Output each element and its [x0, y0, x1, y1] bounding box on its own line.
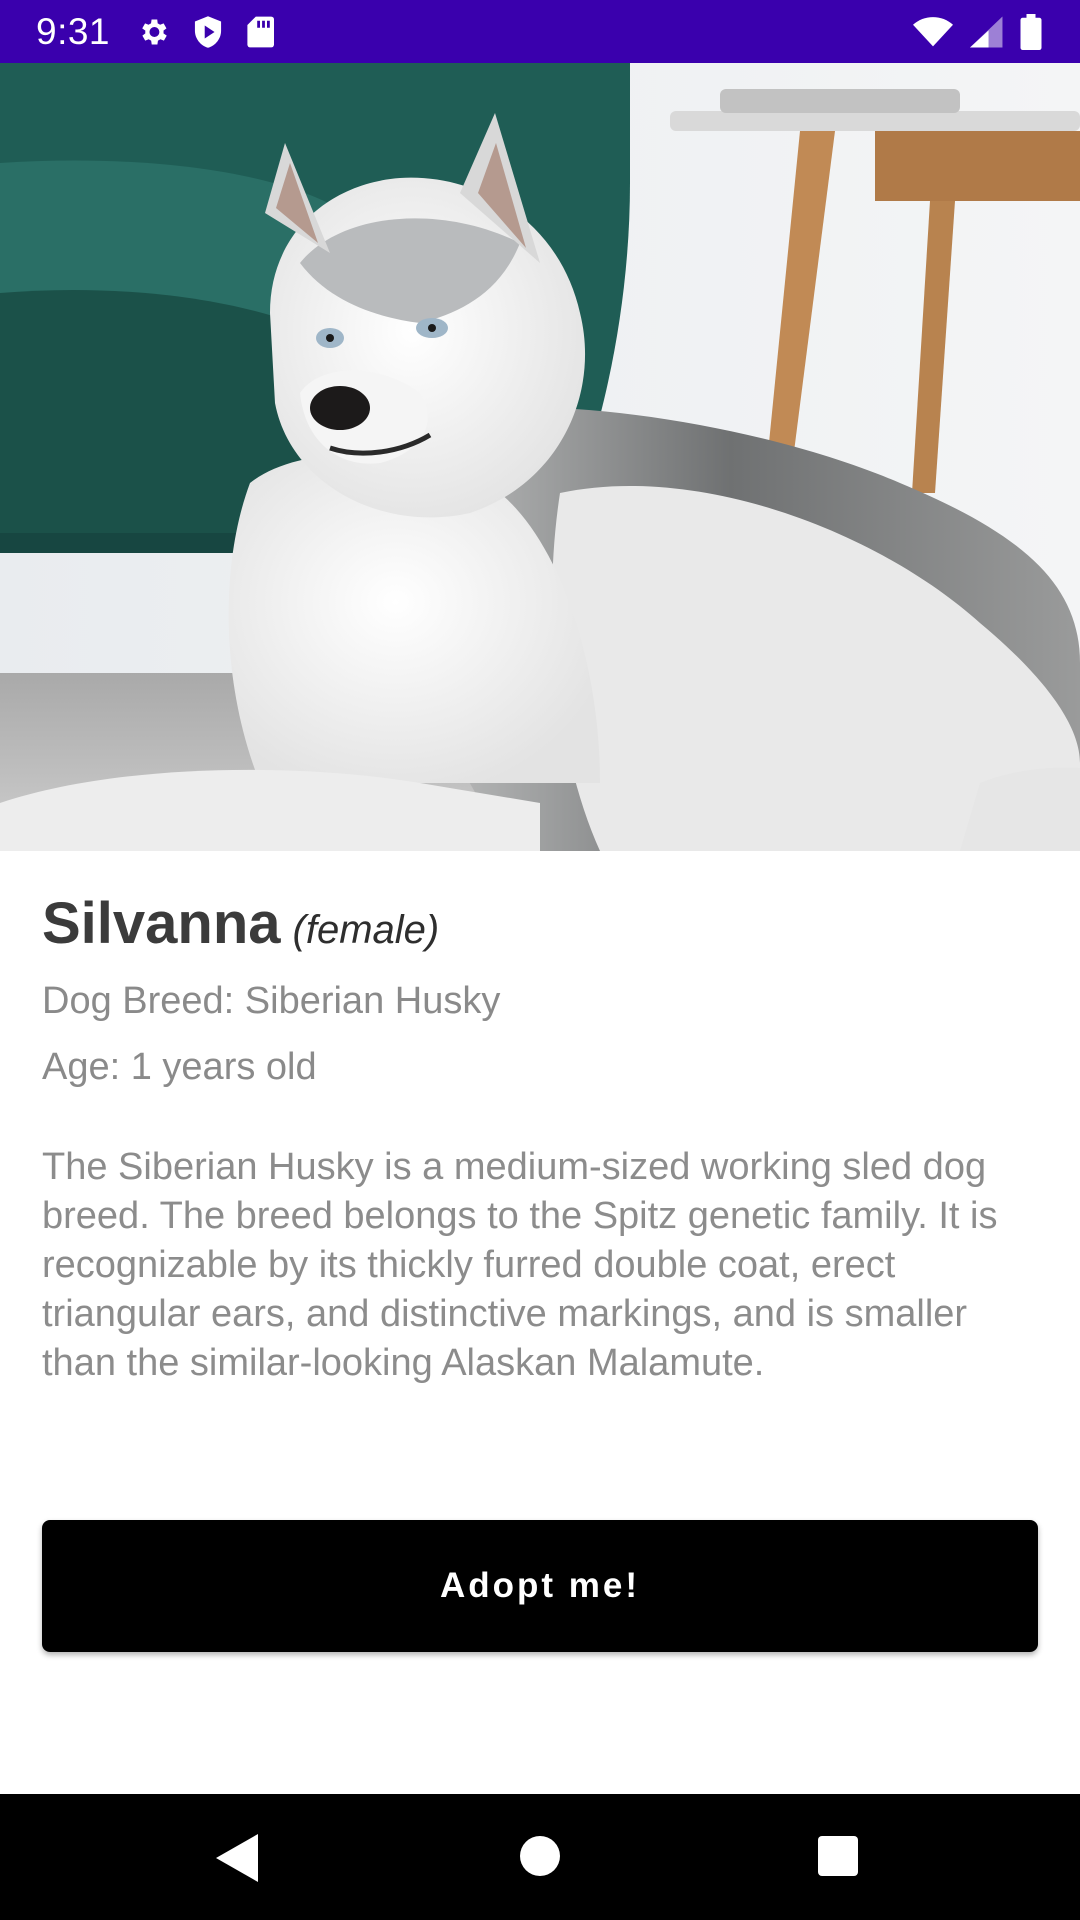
recents-icon[interactable]	[818, 1836, 858, 1876]
back-icon[interactable]	[216, 1834, 258, 1882]
dog-breed: Dog Breed: Siberian Husky	[42, 980, 501, 1022]
adopt-button[interactable]: Adopt me!	[42, 1520, 1038, 1652]
title-row: Silvanna (female)	[42, 890, 1038, 957]
navigation-bar	[0, 1794, 1080, 1920]
dog-age: Age: 1 years old	[42, 1046, 317, 1088]
husky-illustration	[0, 63, 1080, 851]
signal-icon	[970, 16, 1004, 48]
home-icon[interactable]	[520, 1836, 560, 1876]
shield-play-icon	[192, 15, 224, 49]
dog-gender: (female)	[292, 908, 440, 952]
status-right	[912, 13, 1042, 50]
siberian-husky-photo	[0, 63, 1080, 851]
sd-card-icon	[246, 15, 275, 49]
status-time: 9:31	[36, 10, 111, 52]
dog-name: Silvanna	[42, 891, 281, 956]
status-bar: 9:31	[0, 0, 1080, 63]
status-notification-icons	[136, 15, 275, 49]
wifi-icon	[912, 16, 954, 48]
pet-detail-screen: 9:31 Silvanna (female) Dog Breed: Siberi…	[0, 0, 1080, 1920]
pet-details: Silvanna (female) Dog Breed: Siberian Hu…	[42, 890, 1038, 1388]
dog-description: The Siberian Husky is a medium-sized wor…	[42, 1146, 998, 1384]
status-left: 9:31	[36, 10, 275, 53]
settings-icon	[136, 15, 170, 49]
battery-icon	[1020, 13, 1042, 50]
